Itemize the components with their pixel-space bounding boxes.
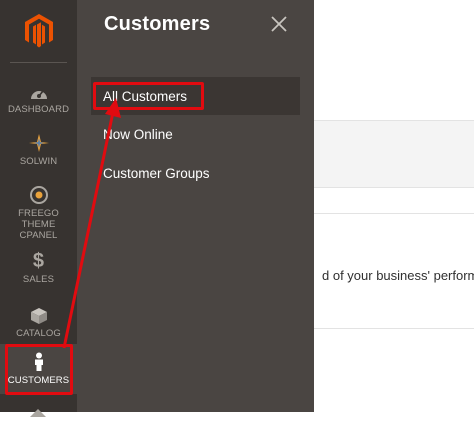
cube-icon <box>30 305 48 325</box>
nav-label-solwin: SOLWIN <box>19 156 58 167</box>
divider <box>314 328 474 329</box>
menu-item-label: Customer Groups <box>103 165 210 181</box>
nav-label-freego: FREEGO THEME CPANEL <box>18 208 59 241</box>
flyout-title: Customers <box>104 13 211 35</box>
nav-item-catalog[interactable]: CATALOG <box>0 294 77 350</box>
nav-item-solwin[interactable]: SOLWIN <box>0 122 77 178</box>
main-content: d of your business' performa <box>314 0 474 412</box>
nav-label-dashboard: DASHBOARD <box>7 104 70 115</box>
customers-flyout-menu: Customers All Customers Now Online Custo… <box>77 0 314 412</box>
magento-logo-icon <box>24 14 53 48</box>
dollar-icon: $ <box>32 250 45 272</box>
annotation-highlight-all-customers <box>93 82 204 110</box>
annotation-highlight-customers <box>5 344 73 395</box>
nav-label-catalog: CATALOG <box>16 328 61 339</box>
divider <box>314 213 474 214</box>
dashboard-intro-text: d of your business' performa <box>322 268 474 283</box>
menu-item-now-online[interactable]: Now Online <box>91 115 300 153</box>
magento-logo[interactable] <box>0 0 77 62</box>
nav-item-freego-theme-cpanel[interactable]: FREEGO THEME CPANEL <box>0 183 77 243</box>
nav-item-dashboard[interactable]: DASHBOARD <box>0 70 77 126</box>
target-icon <box>29 185 49 205</box>
logo-divider <box>10 62 67 63</box>
nav-item-partial-icon <box>30 404 46 417</box>
close-icon[interactable] <box>267 12 291 36</box>
dashboard-icon <box>29 81 49 101</box>
content-band <box>314 120 474 188</box>
menu-item-customer-groups[interactable]: Customer Groups <box>91 154 300 192</box>
nav-label-sales: SALES <box>22 274 55 285</box>
solwin-icon <box>28 133 50 153</box>
menu-item-label: Now Online <box>103 126 173 142</box>
nav-item-sales[interactable]: $ SALES <box>0 240 77 296</box>
